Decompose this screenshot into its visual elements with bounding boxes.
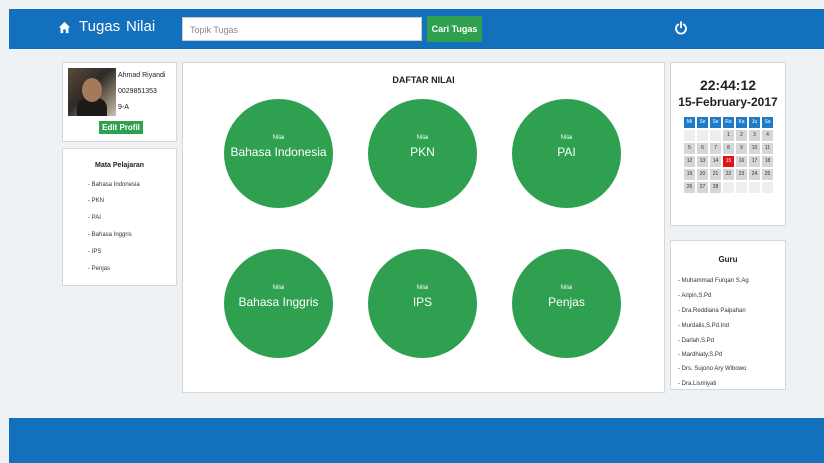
grade-subject: IPS (412, 295, 433, 309)
teacher-item: - Dra.Reddiana Paipahan (678, 308, 746, 314)
calendar-day[interactable]: 28 (710, 182, 721, 193)
avatar (68, 68, 116, 116)
calendar-day[interactable]: 20 (697, 169, 708, 180)
calendar-weekday: Ra (723, 117, 734, 128)
calendar-day[interactable]: 6 (697, 143, 708, 154)
grade-label: Nilai (416, 135, 429, 141)
subject-item[interactable]: - PKN (88, 197, 104, 205)
subject-item[interactable]: - Bahasa Indonesia (88, 181, 140, 189)
grade-label: Nilai (560, 135, 573, 141)
calendar-day[interactable]: 11 (762, 143, 773, 154)
profile-class: 9-A (118, 104, 129, 111)
calendar-weekday: Sa (762, 117, 773, 128)
footer (9, 418, 824, 463)
calendar-day[interactable]: 26 (684, 182, 695, 193)
search-button[interactable]: Cari Tugas (427, 16, 482, 42)
grade-card-pkn[interactable]: Nilai PKN (368, 99, 477, 208)
teachers-panel: Guru - Muhammad Furqan S.Ag - Aripin,S.P… (670, 240, 786, 390)
calendar-day[interactable]: 2 (736, 130, 747, 141)
teacher-item: - Drs. Sujono Ary Wibowo (678, 366, 747, 372)
calendar-day[interactable]: 27 (697, 182, 708, 193)
nav-link-nilai[interactable]: Nilai (126, 18, 155, 36)
calendar-day[interactable]: 19 (684, 169, 695, 180)
profile-name: Ahmad Riyandi (118, 72, 166, 79)
grade-subject: PAI (557, 145, 576, 159)
grade-subject: PKN (410, 145, 435, 159)
calendar-weekday: Se (710, 117, 721, 128)
top-navbar: Tugas Nilai Topik Tugas Cari Tugas (9, 9, 824, 49)
calendar-weekday: Mi (684, 117, 695, 128)
calendar-day-empty (762, 182, 773, 193)
calendar-day[interactable]: 8 (723, 143, 734, 154)
grade-card-bahasa-indonesia[interactable]: Nilai Bahasa Indonesia (224, 99, 333, 208)
subject-item[interactable]: - Penjas (88, 265, 110, 273)
teacher-item: - Mardhiaty,S.Pd (678, 352, 723, 358)
calendar-day[interactable]: 18 (762, 156, 773, 167)
grade-subject: Penjas (548, 295, 585, 309)
calendar-day[interactable]: 5 (684, 143, 695, 154)
calendar-day-empty (710, 130, 721, 141)
calendar-day[interactable]: 7 (710, 143, 721, 154)
calendar-day[interactable]: 24 (749, 169, 760, 180)
grades-title: DAFTAR NILAI (392, 75, 455, 85)
calendar-day[interactable]: 23 (736, 169, 747, 180)
teacher-item: - Murdalis,S.Pd.Ind (678, 323, 730, 329)
grade-subject: Bahasa Inggris (238, 295, 319, 309)
home-icon[interactable] (58, 21, 71, 34)
subject-item[interactable]: - IPS (88, 248, 101, 256)
grade-label: Nilai (560, 285, 573, 291)
subjects-panel: Mata Pelajaran - Bahasa Indonesia - PKN … (62, 148, 177, 286)
clock-date: 15-February-2017 (678, 95, 778, 109)
clock-panel: 22:44:12 15-February-2017 Mi Se Se Ra Ka Ju Sa… (670, 62, 786, 226)
power-icon[interactable] (674, 21, 688, 35)
avatar-head (82, 78, 102, 102)
teacher-item: - Dra.Lismiyati (678, 381, 717, 387)
profile-panel: Ahmad Riyandi 0029851353 9-A Edit Profil (62, 62, 177, 142)
grade-label: Nilai (416, 285, 429, 291)
calendar-day-empty (736, 182, 747, 193)
nav-link-tugas[interactable]: Tugas (79, 18, 120, 36)
teacher-item: - Darlah,S.Pd (678, 338, 715, 344)
calendar-day-today[interactable]: 15 (723, 156, 734, 167)
calendar-day-empty (749, 182, 760, 193)
grade-subject: Bahasa Indonesia (230, 145, 327, 159)
grade-card-pai[interactable]: Nilai PAI (512, 99, 621, 208)
calendar-weekday: Se (697, 117, 708, 128)
calendar-day-empty (723, 182, 734, 193)
calendar-day-empty (684, 130, 695, 141)
calendar-day[interactable]: 12 (684, 156, 695, 167)
grade-label: Nilai (272, 285, 285, 291)
subject-item[interactable]: - PAI (88, 214, 101, 222)
calendar-day[interactable]: 16 (736, 156, 747, 167)
calendar-day-empty (697, 130, 708, 141)
search-input[interactable]: Topik Tugas (182, 17, 422, 41)
calendar-day[interactable]: 3 (749, 130, 760, 141)
grades-panel: DAFTAR NILAI Nilai Bahasa Indonesia Nila… (182, 62, 665, 393)
calendar-weekday: Ju (749, 117, 760, 128)
grade-label: Nilai (272, 135, 285, 141)
clock-time: 22:44:12 (699, 77, 757, 93)
subjects-title: Mata Pelajaran (94, 162, 145, 169)
grade-card-ips[interactable]: Nilai IPS (368, 249, 477, 358)
calendar-day[interactable]: 22 (723, 169, 734, 180)
calendar-day[interactable]: 4 (762, 130, 773, 141)
calendar-day[interactable]: 14 (710, 156, 721, 167)
calendar-weekday: Ka (736, 117, 747, 128)
grade-card-penjas[interactable]: Nilai Penjas (512, 249, 621, 358)
edit-profile-button[interactable]: Edit Profil (99, 121, 143, 134)
calendar-day[interactable]: 9 (736, 143, 747, 154)
profile-nis: 0029851353 (118, 88, 157, 95)
calendar-day[interactable]: 1 (723, 130, 734, 141)
calendar-day[interactable]: 13 (697, 156, 708, 167)
teacher-item: - Muhammad Furqan S.Ag (678, 278, 749, 284)
grade-card-bahasa-inggris[interactable]: Nilai Bahasa Inggris (224, 249, 333, 358)
subject-item[interactable]: - Bahasa Inggris (88, 231, 132, 239)
teachers-title: Guru (718, 255, 738, 264)
calendar-day[interactable]: 25 (762, 169, 773, 180)
calendar-day[interactable]: 17 (749, 156, 760, 167)
calendar-day[interactable]: 10 (749, 143, 760, 154)
calendar-day[interactable]: 21 (710, 169, 721, 180)
teacher-item: - Aripin,S.Pd (678, 293, 712, 299)
